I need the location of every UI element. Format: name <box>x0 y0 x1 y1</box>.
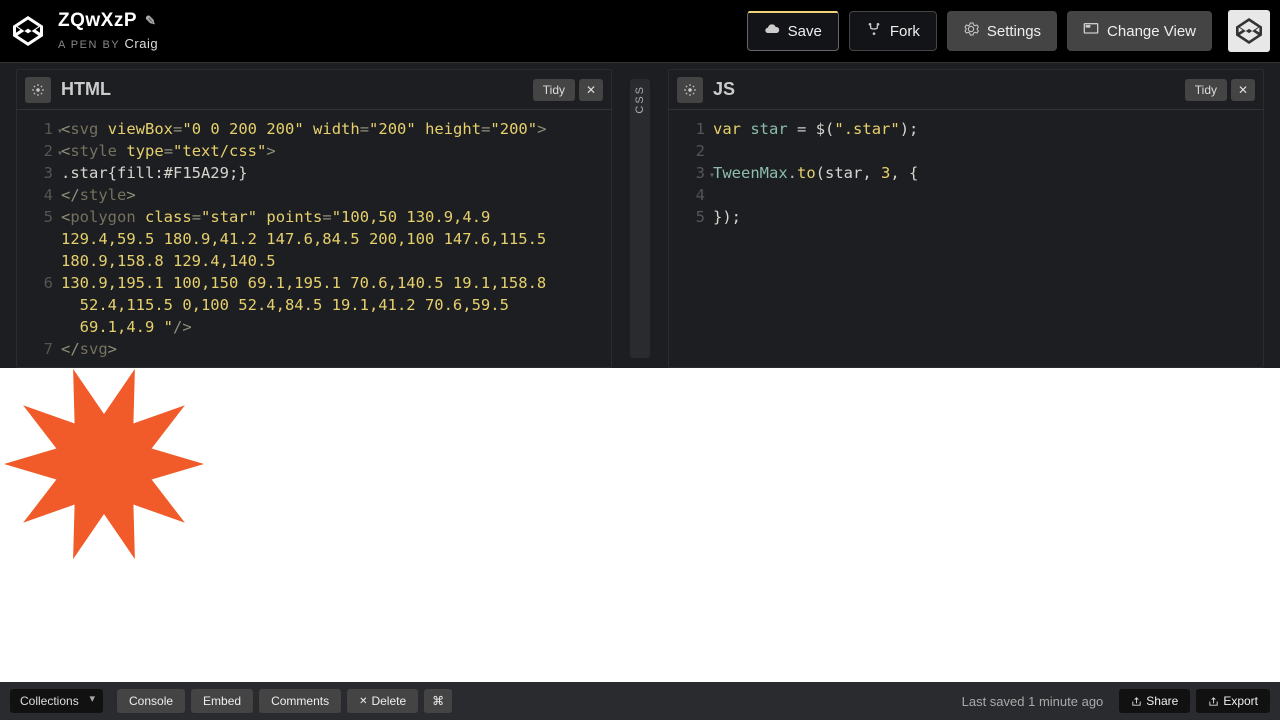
header-actions: Save Fork Settings Change View <box>747 10 1270 52</box>
js-settings-icon[interactable] <box>677 77 703 103</box>
cloud-icon <box>764 21 780 41</box>
export-button[interactable]: Export <box>1196 689 1270 713</box>
embed-button[interactable]: Embed <box>191 689 253 713</box>
change-view-button[interactable]: Change View <box>1067 11 1212 51</box>
js-tidy-button[interactable]: Tidy <box>1185 79 1227 101</box>
html-settings-icon[interactable] <box>25 77 51 103</box>
codepen-logo-icon[interactable] <box>10 13 46 49</box>
html-code[interactable]: <svg viewBox="0 0 200 200" width="200" h… <box>61 118 611 367</box>
title-block: ZQwXzP ✎ A PEN BY Craig <box>58 10 158 51</box>
author-link[interactable]: Craig <box>125 36 159 51</box>
js-gutter: 1 2 3▾ 4 5 <box>669 118 713 367</box>
delete-button[interactable]: ✕Delete <box>347 689 418 713</box>
html-pane-header: HTML Tidy ✕ <box>17 70 611 110</box>
user-avatar[interactable] <box>1228 10 1270 52</box>
html-tidy-button[interactable]: Tidy <box>533 79 575 101</box>
export-icon <box>1208 696 1219 707</box>
comments-button[interactable]: Comments <box>259 689 341 713</box>
footer-bar: Collections Console Embed Comments ✕Dele… <box>0 682 1280 720</box>
js-editor[interactable]: 1 2 3▾ 4 5 var star = $(".star"); TweenM… <box>669 110 1263 367</box>
html-editor[interactable]: 1▾ 2▾ 3 4 5 6 7 <svg viewBox="0 0 200 20… <box>17 110 611 367</box>
share-icon <box>1131 696 1142 707</box>
top-header: ZQwXzP ✎ A PEN BY Craig Save Fork Settin… <box>0 0 1280 62</box>
rendered-star-icon <box>4 364 204 564</box>
js-pane-title: JS <box>713 79 735 100</box>
js-close-button[interactable]: ✕ <box>1231 79 1255 101</box>
fork-icon <box>866 21 882 41</box>
html-gutter: 1▾ 2▾ 3 4 5 6 7 <box>17 118 61 367</box>
fork-button[interactable]: Fork <box>849 11 937 51</box>
js-pane-header: JS Tidy ✕ <box>669 70 1263 110</box>
collections-dropdown[interactable]: Collections <box>10 689 103 713</box>
output-preview <box>0 368 1280 682</box>
css-collapsed-tab[interactable]: CSS <box>630 79 650 358</box>
gear-icon <box>963 21 979 41</box>
html-pane-title: HTML <box>61 79 111 100</box>
save-button[interactable]: Save <box>747 11 839 51</box>
view-icon <box>1083 21 1099 41</box>
editor-row: HTML Tidy ✕ 1▾ 2▾ 3 4 5 6 7 <svg viewBox… <box>0 62 1280 368</box>
console-button[interactable]: Console <box>117 689 185 713</box>
html-pane: HTML Tidy ✕ 1▾ 2▾ 3 4 5 6 7 <svg viewBox… <box>16 69 612 368</box>
byline: A PEN BY Craig <box>58 36 158 51</box>
pen-title[interactable]: ZQwXzP <box>58 10 137 32</box>
js-pane: JS Tidy ✕ 1 2 3▾ 4 5 var star = $(".star… <box>668 69 1264 368</box>
html-close-button[interactable]: ✕ <box>579 79 603 101</box>
edit-title-icon[interactable]: ✎ <box>145 13 156 29</box>
js-code[interactable]: var star = $(".star"); TweenMax.to(star,… <box>713 118 1263 367</box>
shortcuts-button[interactable]: ⌘ <box>424 689 452 713</box>
share-button[interactable]: Share <box>1119 689 1190 713</box>
settings-button[interactable]: Settings <box>947 11 1057 51</box>
last-saved-text: Last saved 1 minute ago <box>962 694 1104 709</box>
